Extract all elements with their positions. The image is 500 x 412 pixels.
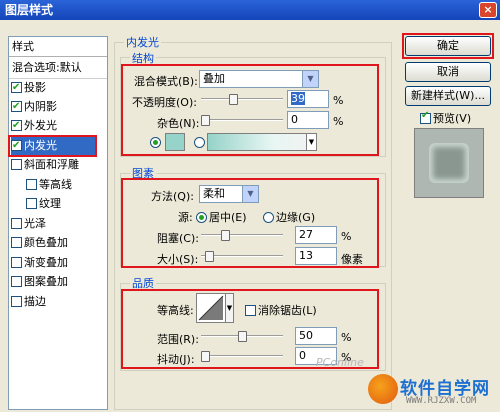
- solid-color-radio[interactable]: [150, 137, 161, 148]
- style-preview-thumbnail: [414, 128, 484, 198]
- pconline-watermark: PConline: [316, 356, 364, 369]
- contour-curve-icon: [198, 295, 224, 321]
- choke-slider[interactable]: [201, 230, 283, 241]
- preview-option[interactable]: 预览(V): [420, 110, 471, 126]
- style-item-gradient-overlay[interactable]: 渐变叠加: [11, 254, 105, 272]
- structure-title: 结构: [130, 50, 156, 66]
- gradient-radio[interactable]: [194, 137, 205, 148]
- contour-label: 等高线:: [157, 304, 194, 317]
- inner-glow-title: 内发光: [124, 34, 161, 50]
- choke-slider-track: [201, 234, 283, 236]
- choke-input[interactable]: 27: [295, 226, 337, 244]
- source-edge-radio[interactable]: [263, 212, 274, 223]
- style-item-stroke[interactable]: 描边: [11, 293, 105, 311]
- noise-input[interactable]: 0: [287, 111, 329, 129]
- noise-label: 杂色(N):: [157, 117, 200, 130]
- source-center-radio[interactable]: [196, 212, 207, 223]
- drop-shadow-checkbox[interactable]: [11, 79, 22, 97]
- style-item-drop-shadow[interactable]: 投影: [11, 79, 105, 97]
- ok-button[interactable]: 确定: [405, 36, 491, 56]
- site-url: WWW.RJZXW.COM: [406, 396, 477, 406]
- cancel-button[interactable]: 取消: [405, 62, 491, 82]
- size-slider[interactable]: [201, 251, 283, 262]
- style-item-contour[interactable]: 等高线: [26, 176, 105, 194]
- satin-checkbox[interactable]: [11, 218, 22, 229]
- chevron-down-icon: ▼: [242, 186, 258, 202]
- outer-glow-checkbox[interactable]: [11, 117, 22, 135]
- noise-slider-track: [201, 119, 283, 121]
- source-edge-option[interactable]: 边缘(G): [263, 209, 315, 225]
- preview-checkbox[interactable]: [420, 110, 431, 124]
- noise-slider[interactable]: [201, 115, 283, 126]
- range-input[interactable]: 50: [295, 327, 337, 345]
- source-center-option[interactable]: 居中(E): [196, 209, 247, 225]
- choke-slider-thumb[interactable]: [221, 230, 230, 241]
- style-item-satin[interactable]: 光泽: [11, 215, 105, 233]
- glow-color-swatch[interactable]: [165, 133, 185, 151]
- range-slider-thumb[interactable]: [238, 331, 247, 342]
- elements-title: 图素: [130, 165, 156, 181]
- size-input[interactable]: 13: [295, 247, 337, 265]
- blending-options-item[interactable]: 混合选项:默认: [9, 57, 107, 79]
- antialias-option[interactable]: 消除锯齿(L): [245, 302, 317, 318]
- style-item-inner-shadow[interactable]: 内阴影: [11, 98, 105, 116]
- preview-swatch: [429, 143, 469, 183]
- opacity-slider[interactable]: [201, 94, 283, 105]
- noise-unit: %: [333, 115, 344, 128]
- opacity-input[interactable]: 39: [287, 90, 329, 108]
- range-label: 范围(R):: [157, 333, 199, 346]
- size-unit: 像素: [341, 253, 363, 266]
- style-item-outer-glow[interactable]: 外发光: [11, 117, 105, 135]
- gradient-dropdown-icon[interactable]: ▼: [306, 134, 316, 150]
- opacity-label: 不透明度(O):: [132, 96, 197, 109]
- color-overlay-checkbox[interactable]: [11, 237, 22, 248]
- opacity-slider-thumb[interactable]: [229, 94, 238, 105]
- style-item-texture[interactable]: 纹理: [26, 195, 105, 213]
- blend-mode-label: 混合模式(B):: [134, 75, 198, 88]
- close-button[interactable]: ×: [479, 2, 497, 18]
- site-logo-icon: [368, 374, 398, 404]
- technique-select[interactable]: 柔和 ▼: [199, 185, 259, 203]
- quality-title: 品质: [130, 275, 156, 291]
- inner-shadow-checkbox[interactable]: [11, 98, 22, 116]
- title-bar: 图层样式 ×: [0, 0, 500, 20]
- new-style-button[interactable]: 新建样式(W)...: [405, 86, 491, 106]
- site-watermark: 软件自学网 WWW.RJZXW.COM: [368, 372, 498, 410]
- window-title: 图层样式: [5, 3, 54, 17]
- jitter-slider-track: [201, 355, 283, 357]
- chevron-down-icon: ▼: [302, 71, 318, 87]
- gradient-overlay-checkbox[interactable]: [11, 257, 22, 268]
- opacity-slider-track: [201, 98, 283, 100]
- jitter-slider[interactable]: [201, 351, 283, 362]
- stroke-checkbox[interactable]: [11, 296, 22, 307]
- texture-checkbox[interactable]: [26, 198, 37, 209]
- contour-checkbox[interactable]: [26, 179, 37, 190]
- size-label: 大小(S):: [157, 253, 199, 266]
- technique-label: 方法(Q):: [151, 190, 194, 203]
- size-slider-thumb[interactable]: [205, 251, 214, 262]
- style-item-bevel-emboss[interactable]: 斜面和浮雕: [11, 156, 105, 174]
- choke-unit: %: [341, 230, 352, 243]
- antialias-checkbox[interactable]: [245, 305, 256, 316]
- blend-mode-select[interactable]: 叠加 ▼: [199, 70, 319, 88]
- choke-label: 阻塞(C):: [157, 232, 199, 245]
- style-item-color-overlay[interactable]: 颜色叠加: [11, 234, 105, 252]
- contour-picker[interactable]: ▼: [196, 293, 234, 323]
- contour-dropdown-icon[interactable]: ▼: [225, 294, 233, 322]
- range-slider[interactable]: [201, 331, 283, 342]
- jitter-label: 抖动(J):: [157, 353, 195, 366]
- bevel-emboss-checkbox[interactable]: [11, 159, 22, 170]
- noise-slider-thumb[interactable]: [201, 115, 210, 126]
- range-unit: %: [341, 331, 352, 344]
- style-item-inner-glow[interactable]: 内发光: [11, 137, 95, 155]
- style-item-pattern-overlay[interactable]: 图案叠加: [11, 273, 105, 291]
- opacity-unit: %: [333, 94, 344, 107]
- source-label: 源:: [178, 211, 193, 224]
- pattern-overlay-checkbox[interactable]: [11, 276, 22, 287]
- inner-glow-checkbox[interactable]: [11, 137, 22, 155]
- jitter-slider-thumb[interactable]: [201, 351, 210, 362]
- styles-header: 样式: [9, 37, 107, 57]
- glow-gradient-picker[interactable]: ▼: [207, 133, 317, 151]
